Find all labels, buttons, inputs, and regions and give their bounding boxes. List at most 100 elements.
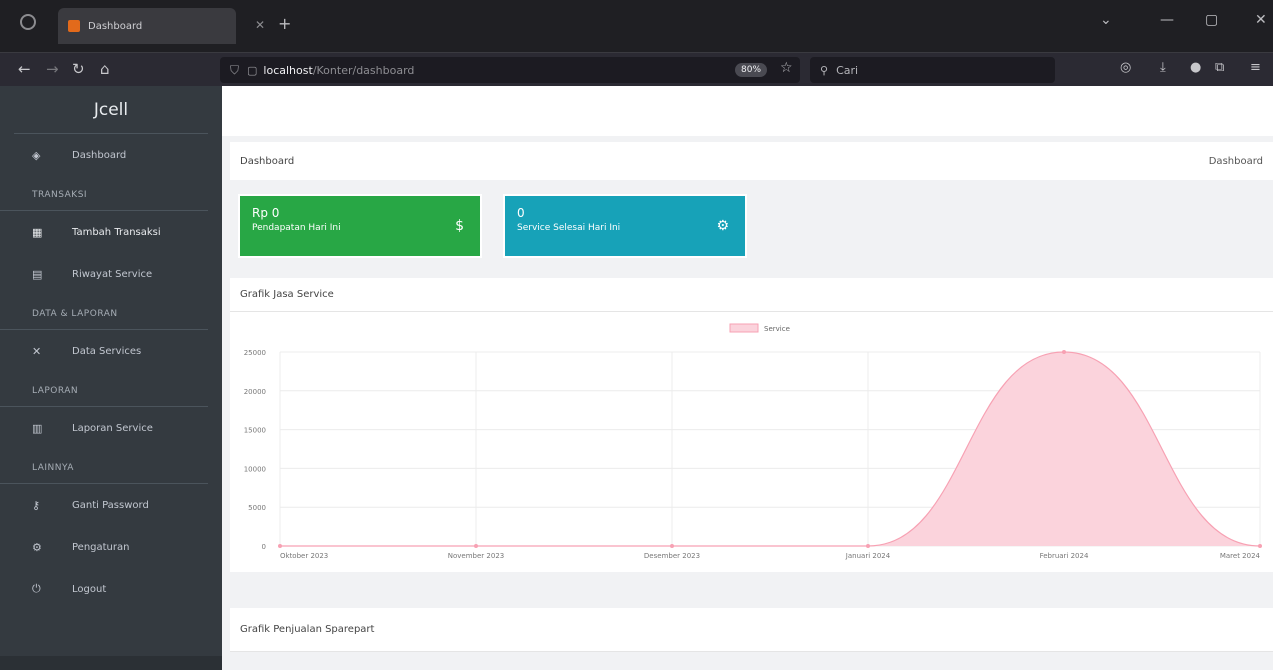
sidebar-item-label: Data Services bbox=[72, 345, 142, 357]
search-icon: ⚲ bbox=[820, 63, 829, 77]
sidebar-item-riwayat-service[interactable]: ▤ Riwayat Service bbox=[0, 253, 222, 295]
content-header: Dashboard Dashboard bbox=[230, 142, 1273, 180]
tab-title: Dashboard bbox=[88, 20, 143, 32]
data-point bbox=[670, 544, 674, 548]
y-tick-label: 0 bbox=[262, 543, 266, 551]
report-icon: ▥ bbox=[32, 421, 43, 435]
legend-swatch bbox=[729, 323, 759, 333]
back-icon[interactable]: ← bbox=[18, 60, 31, 78]
service-chart-title: Grafik Jasa Service bbox=[240, 289, 334, 300]
page-title: Dashboard bbox=[240, 155, 295, 167]
cart-icon: ▦ bbox=[32, 225, 43, 239]
forward-icon[interactable]: → bbox=[46, 60, 59, 78]
y-tick-label: 20000 bbox=[244, 388, 266, 396]
nav-header: DATA & LAPORAN bbox=[0, 295, 208, 330]
url-bar[interactable]: ⛉ ▢ localhost /Konter/dashboard 80% ☆ bbox=[220, 57, 800, 83]
account-icon[interactable]: ● bbox=[1190, 60, 1201, 75]
x-tick-label: Oktober 2023 bbox=[280, 552, 328, 560]
search-bar[interactable]: ⚲ Cari bbox=[810, 57, 1055, 83]
menu-icon[interactable]: ≡ bbox=[1250, 60, 1261, 75]
sidebar-item-tambah-transaksi[interactable]: ▦ Tambah Transaksi bbox=[0, 211, 222, 253]
power-icon: ⏻ bbox=[32, 582, 41, 595]
gears-icon: ⚙ bbox=[716, 218, 729, 234]
tab-list-icon[interactable]: ⌄ bbox=[1100, 12, 1112, 28]
minimize-icon[interactable]: — bbox=[1160, 12, 1174, 28]
sidebar-item-ganti-password[interactable]: ⚷ Ganti Password bbox=[0, 484, 222, 526]
sidebar-item-logout[interactable]: ⏻ Logout bbox=[0, 568, 222, 610]
browser-tab-bar: Dashboard ✕ + ⌄ — ▢ ✕ bbox=[0, 0, 1273, 52]
sidebar-item-pengaturan[interactable]: ⚙ Pengaturan bbox=[0, 526, 222, 568]
bookmark-star-icon[interactable]: ☆ bbox=[780, 60, 793, 76]
x-tick-label: Januari 2024 bbox=[845, 552, 891, 560]
gear-icon: ⚙ bbox=[32, 540, 42, 554]
service-stat-box: 0 Service Selesai Hari Ini ⚙ bbox=[503, 194, 747, 258]
page-info-icon[interactable]: ▢ bbox=[247, 64, 257, 77]
service-chart-card: 0 5000 10000 15000 20000 25000 Oktober 2023 Nov… bbox=[230, 312, 1273, 572]
sidebar-item-label: Ganti Password bbox=[72, 499, 149, 511]
revenue-value: Rp 0 bbox=[252, 206, 280, 220]
main-content: Dashboard Dashboard Rp 0 Pendapatan Hari… bbox=[222, 86, 1273, 670]
sidebar-nav: ◈ Dashboard TRANSAKSI ▦ Tambah Transaksi ▤ Riw… bbox=[0, 134, 222, 610]
nav-header: TRANSAKSI bbox=[0, 176, 208, 211]
x-tick-label: Desember 2023 bbox=[644, 552, 700, 560]
reload-icon[interactable]: ↻ bbox=[72, 60, 85, 78]
history-icon[interactable] bbox=[20, 14, 36, 30]
y-tick-label: 5000 bbox=[248, 504, 266, 512]
sidebar-footer bbox=[0, 656, 222, 670]
pocket-icon[interactable]: ◎ bbox=[1120, 60, 1131, 75]
maximize-icon[interactable]: ▢ bbox=[1205, 12, 1218, 28]
y-tick-label: 15000 bbox=[244, 427, 266, 435]
url-path: /Konter/dashboard bbox=[312, 63, 415, 77]
url-host: localhost bbox=[263, 63, 313, 77]
brand-name[interactable]: Jcell bbox=[14, 86, 208, 134]
money-icon: $ bbox=[455, 218, 464, 234]
home-icon[interactable]: ⌂ bbox=[100, 60, 110, 78]
sidebar-item-label: Riwayat Service bbox=[72, 268, 153, 280]
sidebar-item-label: Laporan Service bbox=[72, 422, 153, 434]
data-point bbox=[1062, 350, 1066, 354]
series-area bbox=[280, 352, 1260, 546]
close-window-icon[interactable]: ✕ bbox=[1255, 12, 1267, 28]
shield-icon[interactable]: ⛉ bbox=[230, 63, 239, 78]
sidebar: Jcell ◈ Dashboard TRANSAKSI ▦ Tambah Transak… bbox=[0, 86, 222, 670]
sidebar-item-label: Dashboard bbox=[72, 149, 127, 161]
list-icon: ▤ bbox=[32, 267, 43, 281]
sparepart-chart-title: Grafik Penjualan Sparepart bbox=[240, 624, 375, 635]
search-placeholder: Cari bbox=[836, 63, 859, 77]
nav-header: LAPORAN bbox=[0, 372, 208, 407]
sidebar-item-dashboard[interactable]: ◈ Dashboard bbox=[0, 134, 222, 176]
nav-header: LAINNYA bbox=[0, 449, 208, 484]
sidebar-item-data-services[interactable]: ✕ Data Services bbox=[0, 330, 222, 372]
download-icon[interactable]: ⤓ bbox=[1160, 60, 1166, 75]
legend-label: Service bbox=[764, 325, 790, 333]
revenue-stat-box: Rp 0 Pendapatan Hari Ini $ bbox=[238, 194, 482, 258]
service-count-value: 0 bbox=[517, 206, 525, 220]
y-tick-label: 25000 bbox=[244, 349, 266, 357]
favicon-icon bbox=[68, 20, 80, 32]
service-chart-header: Grafik Jasa Service bbox=[230, 278, 1273, 312]
sidebar-item-label: Pengaturan bbox=[72, 541, 130, 553]
data-point bbox=[866, 544, 870, 548]
service-count-label: Service Selesai Hari Ini bbox=[517, 223, 621, 233]
x-tick-label: November 2023 bbox=[448, 552, 504, 560]
sidebar-item-laporan-service[interactable]: ▥ Laporan Service bbox=[0, 407, 222, 449]
service-chart: 0 5000 10000 15000 20000 25000 Oktober 2023 Nov… bbox=[244, 323, 1262, 560]
extensions-icon[interactable]: ⧉ bbox=[1215, 60, 1224, 75]
browser-nav-bar: ← → ↻ ⌂ ⛉ ▢ localhost /Konter/dashboard … bbox=[0, 52, 1273, 86]
close-tab-icon[interactable]: ✕ bbox=[255, 18, 265, 32]
key-icon: ⚷ bbox=[32, 498, 41, 512]
data-point bbox=[474, 544, 478, 548]
zoom-badge[interactable]: 80% bbox=[735, 63, 768, 77]
data-point bbox=[278, 544, 282, 548]
revenue-label: Pendapatan Hari Ini bbox=[252, 223, 341, 233]
new-tab-icon[interactable]: + bbox=[278, 14, 291, 33]
data-point bbox=[1258, 544, 1262, 548]
sidebar-item-label: Logout bbox=[72, 583, 107, 595]
x-tick-label: Maret 2024 bbox=[1220, 552, 1261, 560]
browser-tab[interactable]: Dashboard bbox=[58, 8, 236, 44]
breadcrumb[interactable]: Dashboard bbox=[1209, 156, 1263, 167]
sparepart-chart-header: Grafik Penjualan Sparepart bbox=[230, 608, 1273, 652]
sidebar-item-label: Tambah Transaksi bbox=[72, 226, 161, 238]
y-tick-label: 10000 bbox=[244, 465, 266, 473]
x-tick-label: Februari 2024 bbox=[1040, 552, 1089, 560]
